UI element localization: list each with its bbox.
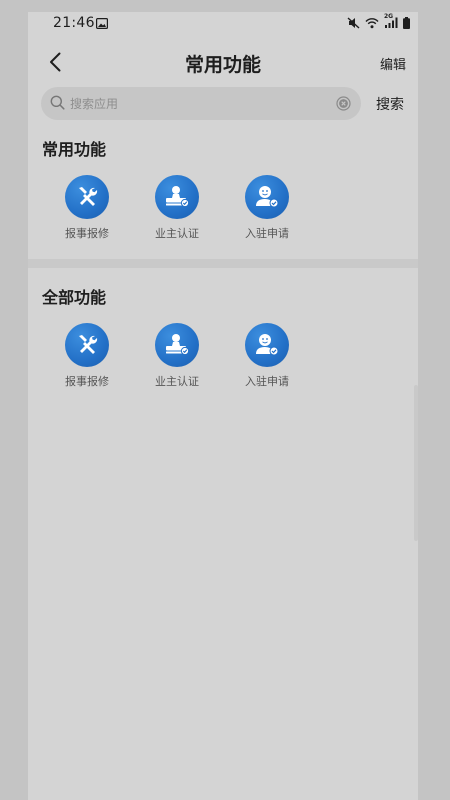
common-functions-grid: 报事报修 业主认证 入驻申请	[42, 175, 404, 245]
search-button[interactable]: 搜索	[376, 94, 404, 114]
signal-icon: 2G	[384, 13, 398, 29]
search-box[interactable]	[41, 87, 361, 120]
search-icon	[50, 95, 65, 114]
back-button[interactable]	[42, 50, 68, 78]
section-title-all: 全部功能	[42, 288, 107, 307]
owner-stamp-icon	[155, 323, 199, 367]
search-row: 搜索	[28, 87, 418, 121]
function-resident-apply[interactable]: 入驻申请	[222, 323, 312, 393]
search-input[interactable]	[70, 87, 340, 120]
resident-check-icon	[245, 323, 289, 367]
clear-icon[interactable]	[336, 96, 351, 115]
chevron-left-icon	[49, 52, 61, 76]
function-repair[interactable]: 报事报修	[42, 175, 132, 245]
resident-check-icon	[245, 175, 289, 219]
mute-icon	[347, 16, 360, 29]
function-label: 业主认证	[155, 227, 199, 240]
section-title-common: 常用功能	[42, 140, 107, 159]
image-icon	[96, 17, 109, 33]
repair-tools-icon	[65, 323, 109, 367]
function-repair[interactable]: 报事报修	[42, 323, 132, 393]
repair-tools-icon	[65, 175, 109, 219]
function-label: 报事报修	[65, 375, 109, 388]
status-icons: 2G	[347, 13, 410, 29]
scroll-indicator	[414, 385, 418, 541]
all-functions-grid: 报事报修 业主认证 入驻申请	[42, 323, 404, 393]
network-type-label: 2G	[384, 13, 394, 20]
function-resident-apply[interactable]: 入驻申请	[222, 175, 312, 245]
owner-stamp-icon	[155, 175, 199, 219]
wifi-icon	[365, 17, 379, 29]
navigation-bar: 常用功能 编辑	[28, 44, 418, 84]
edit-button[interactable]: 编辑	[380, 54, 406, 73]
section-divider	[28, 259, 418, 268]
app-screen: 21:46 2G 常用功能 编辑 搜索应用 搜索 常用功能 报事报修 业主认证 …	[28, 12, 418, 800]
function-label: 业主认证	[155, 375, 199, 388]
function-owner-auth[interactable]: 业主认证	[132, 175, 222, 245]
function-label: 入驻申请	[245, 227, 289, 240]
battery-icon	[403, 16, 410, 29]
function-label: 入驻申请	[245, 375, 289, 388]
function-label: 报事报修	[65, 227, 109, 240]
function-owner-auth[interactable]: 业主认证	[132, 323, 222, 393]
status-time: 21:46	[53, 15, 95, 31]
page-title: 常用功能	[184, 54, 261, 76]
status-bar: 21:46 2G	[28, 12, 418, 38]
